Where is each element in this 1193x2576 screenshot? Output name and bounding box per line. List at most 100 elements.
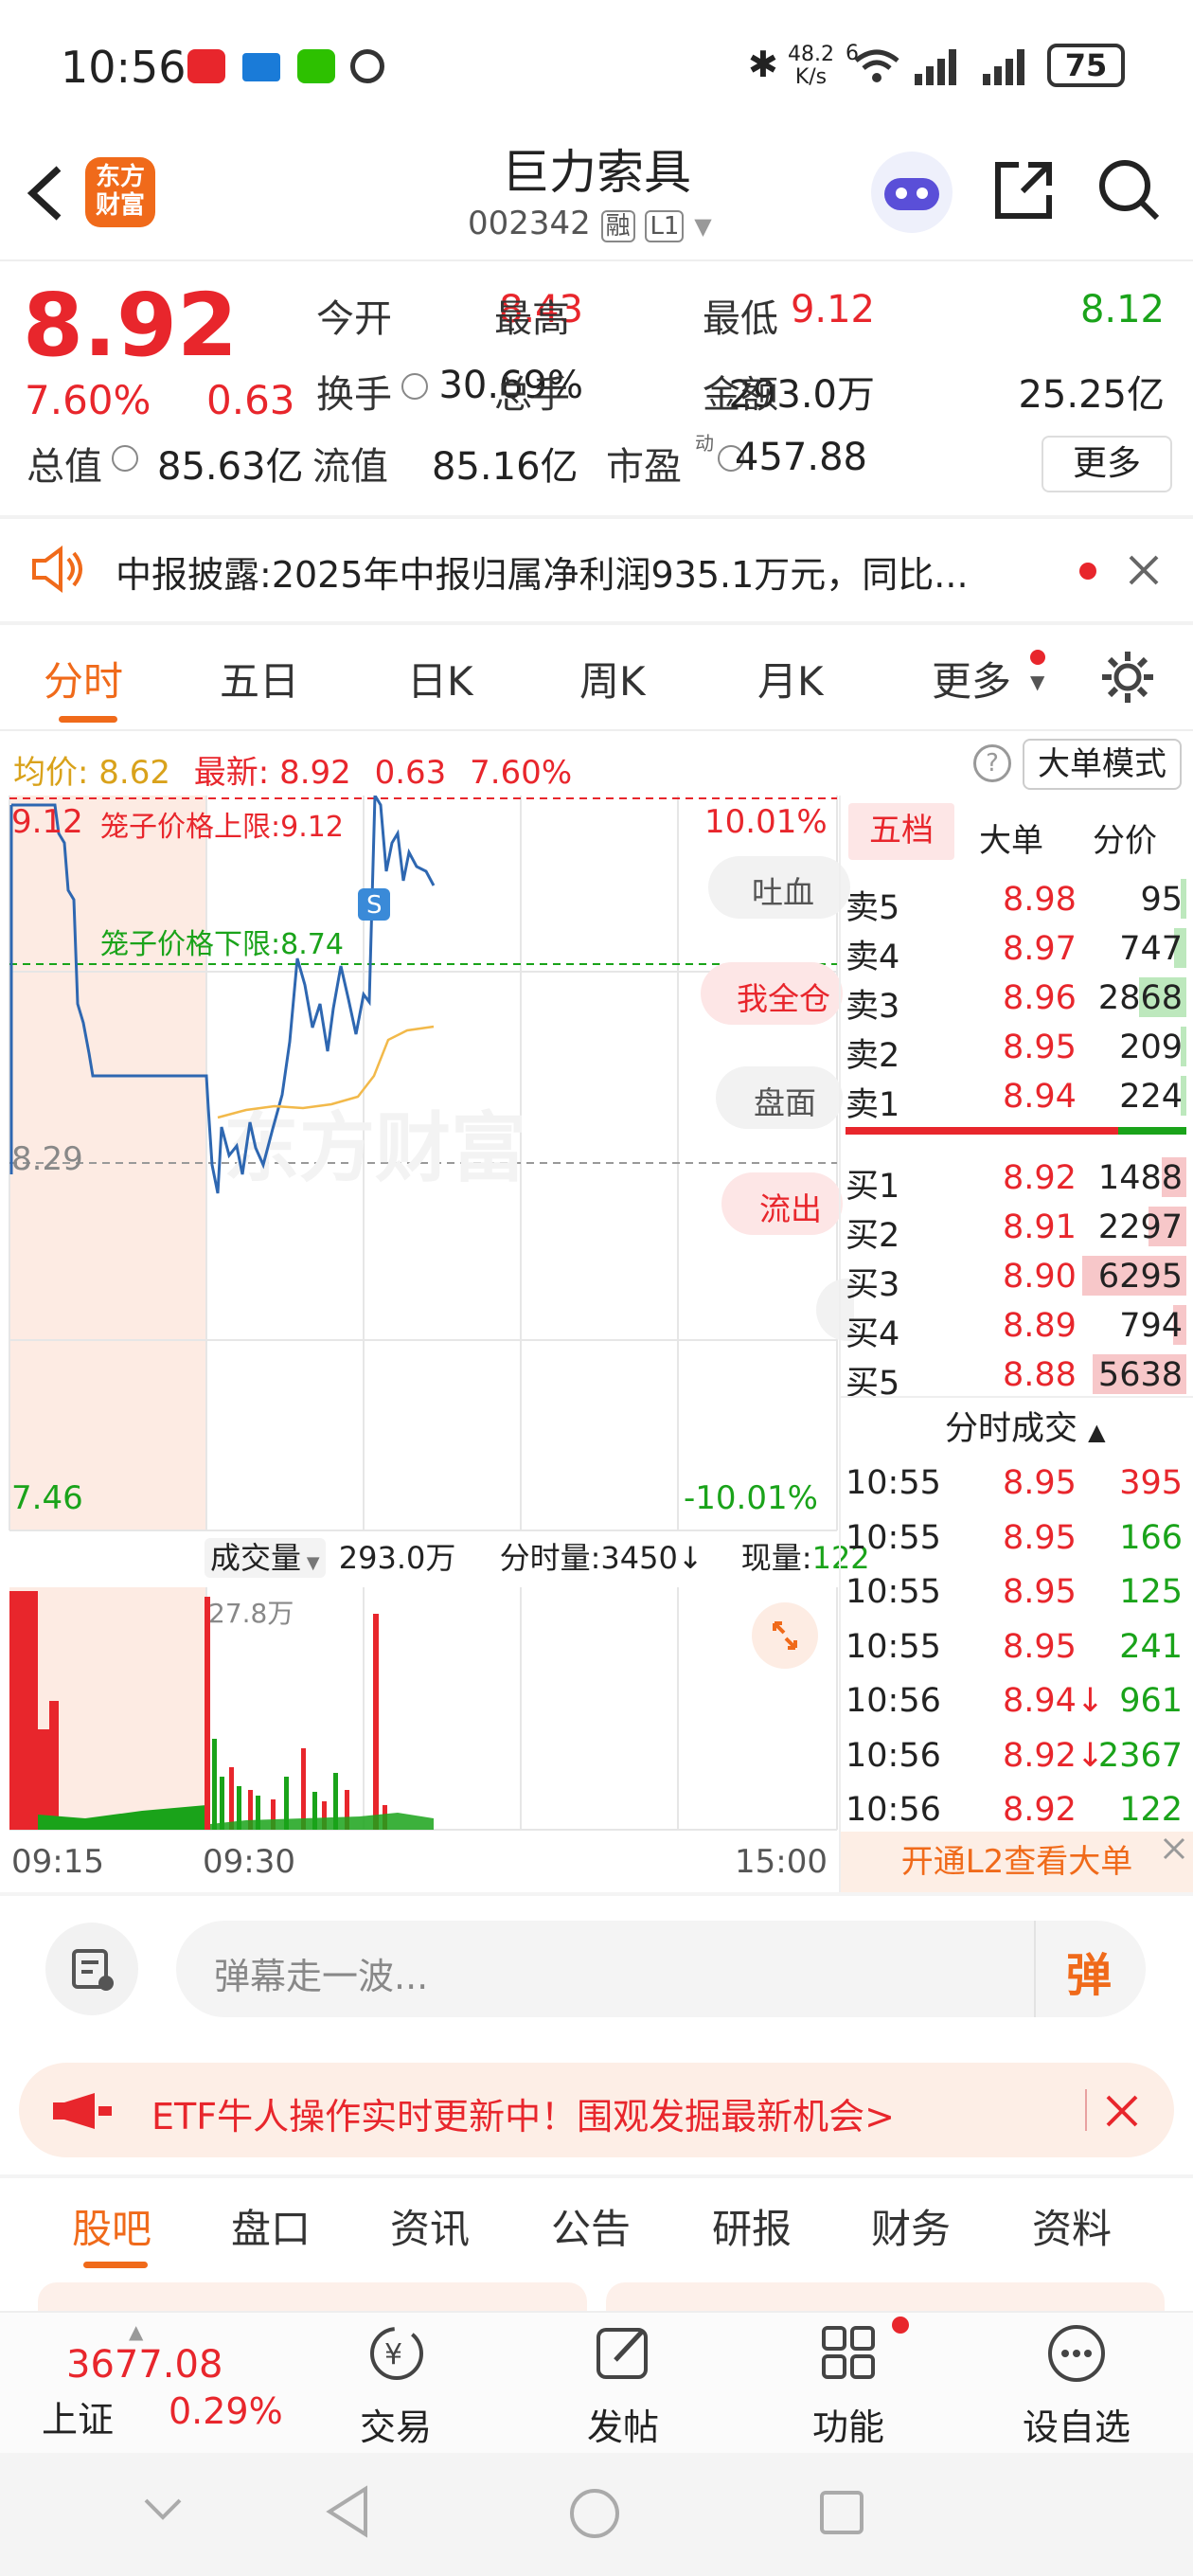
level-volume: 209 bbox=[1119, 1029, 1183, 1066]
tab-4[interactable]: 月K bbox=[757, 650, 824, 707]
app-notification-icons bbox=[187, 49, 384, 87]
content-tab-2[interactable]: 资讯 bbox=[390, 2197, 470, 2255]
nav-label-trade[interactable]: 交易 bbox=[360, 2398, 432, 2450]
tick-volume: 395 bbox=[1119, 1464, 1183, 1502]
orderbook-tab[interactable]: 大单 bbox=[979, 814, 1043, 861]
nav-label-post[interactable]: 发帖 bbox=[587, 2398, 659, 2450]
l2-banner[interactable]: 开通L2查看大单 bbox=[841, 1832, 1193, 1892]
tick-price: 8.92↓ bbox=[1003, 1736, 1105, 1775]
index-pct: 0.29% bbox=[169, 2390, 283, 2432]
robot-icon[interactable] bbox=[871, 152, 953, 233]
time-label: 15:00 bbox=[735, 1843, 828, 1881]
tick-time: 10:55 bbox=[846, 1573, 941, 1611]
orderbook-tab[interactable]: 分价 bbox=[1093, 814, 1157, 861]
volume-select[interactable]: 成交量 ▼ bbox=[205, 1538, 326, 1578]
level-price: 8.98 bbox=[1003, 881, 1077, 919]
tab-2[interactable]: 日K bbox=[407, 650, 473, 707]
etf-banner[interactable]: ETF牛人操作实时更新中！围观发掘最新机会> bbox=[19, 2063, 1174, 2157]
watchlist-icon[interactable] bbox=[1042, 2318, 1112, 2388]
big-order-mode-button[interactable]: 大单模式 bbox=[1023, 739, 1182, 790]
danmaku-pill[interactable]: 盘面才 bbox=[716, 1066, 843, 1129]
content-tab-0[interactable]: 股吧 bbox=[72, 2197, 151, 2255]
close-icon[interactable] bbox=[1161, 1835, 1187, 1862]
nav-label-watchlist[interactable]: 设自选 bbox=[1023, 2398, 1131, 2450]
pe-superscript: 动 bbox=[695, 432, 714, 455]
content-tab-6[interactable]: 资料 bbox=[1032, 2197, 1112, 2255]
close-icon[interactable] bbox=[1104, 2093, 1140, 2129]
share-icon[interactable] bbox=[990, 157, 1057, 224]
danmaku-pill[interactable]: 流出 bbox=[721, 1172, 843, 1235]
tick-row: 10:55 8.95 241 bbox=[846, 1619, 1186, 1672]
content-tab-3[interactable]: 公告 bbox=[551, 2197, 631, 2255]
danmaku-settings-icon[interactable] bbox=[45, 1923, 138, 2015]
notice-dot bbox=[1079, 563, 1096, 580]
content-tab-5[interactable]: 财务 bbox=[871, 2197, 951, 2255]
avg-info: 均价: 8.62 最新: 8.92 0.63 7.60% bbox=[13, 754, 573, 792]
speaker-icon bbox=[32, 546, 82, 593]
home-circle-icon[interactable] bbox=[568, 2487, 621, 2540]
search-icon[interactable] bbox=[1095, 155, 1163, 224]
volume-peak-label: 27.8万 bbox=[208, 1598, 294, 1629]
help-icon[interactable]: ? bbox=[973, 744, 1011, 782]
bid-row[interactable]: 买2 8.91 2297 bbox=[846, 1201, 1186, 1255]
nav-label-function[interactable]: 功能 bbox=[812, 2398, 884, 2450]
svg-text:¥: ¥ bbox=[384, 2338, 402, 2371]
orderbook-tab-active[interactable]: 五档 bbox=[848, 803, 954, 860]
tick-row: 10:56 8.92 122 bbox=[846, 1781, 1186, 1834]
time-label: 09:15 bbox=[11, 1843, 104, 1881]
post-icon[interactable] bbox=[589, 2318, 659, 2388]
tab-1[interactable]: 五日 bbox=[220, 650, 299, 707]
pct-min-label: -10.01% bbox=[684, 1479, 818, 1517]
ask-row[interactable]: 卖2 8.95 209 bbox=[846, 1021, 1186, 1075]
ticks-title[interactable]: 分时成交 ▲ bbox=[945, 1402, 1106, 1450]
index-quote[interactable]: ▲ 3677.08 上证 0.29% bbox=[28, 2320, 303, 2443]
close-icon[interactable] bbox=[1127, 553, 1161, 587]
chevron-down-icon: ▼ bbox=[1030, 671, 1045, 693]
danmaku-send-button[interactable]: 弹 bbox=[1066, 1938, 1112, 2004]
info-icon[interactable] bbox=[112, 445, 138, 472]
bid-row[interactable]: 买3 8.90 6295 bbox=[846, 1250, 1186, 1304]
index-name: 上证 bbox=[42, 2399, 115, 2441]
chevron-down-icon[interactable] bbox=[142, 2495, 184, 2523]
stock-code: 002342 bbox=[468, 205, 591, 242]
level-volume: 6295 bbox=[1097, 1258, 1183, 1296]
tick-time: 10:56 bbox=[846, 1791, 941, 1829]
bid-row[interactable]: 买5 8.88 5638 bbox=[846, 1349, 1186, 1403]
signal-icon bbox=[915, 49, 956, 85]
wifi-icon bbox=[854, 49, 899, 82]
last-price: 8.92 bbox=[23, 275, 238, 376]
danmaku-pill[interactable]: 吐血 bbox=[708, 856, 850, 919]
level-volume: 747 bbox=[1119, 930, 1183, 968]
expand-icon[interactable] bbox=[752, 1602, 818, 1669]
danmaku-pill[interactable]: 我全仓 bbox=[701, 962, 843, 1025]
tab-0[interactable]: 分时 bbox=[44, 650, 123, 707]
content-tab-4[interactable]: 研报 bbox=[712, 2197, 792, 2255]
notice-text[interactable]: 中报披露:2025年中报归属净利润935.1万元，同比... bbox=[116, 546, 969, 598]
bid-row[interactable]: 买1 8.92 1488 bbox=[846, 1152, 1186, 1206]
level-tag: L1 bbox=[645, 210, 685, 242]
tick-price: 8.95 bbox=[1003, 1627, 1077, 1666]
recent-apps-icon[interactable] bbox=[818, 2489, 865, 2536]
ask-row[interactable]: 卖3 8.96 2868 bbox=[846, 972, 1186, 1026]
ask-row[interactable]: 卖1 8.94 224 bbox=[846, 1070, 1186, 1124]
info-icon[interactable] bbox=[401, 373, 428, 400]
stock-code-row[interactable]: 002342 融 L1 ▼ bbox=[468, 205, 712, 242]
ask-row[interactable]: 卖5 8.98 95 bbox=[846, 873, 1186, 927]
back-triangle-icon[interactable] bbox=[324, 2485, 371, 2538]
tab-5[interactable]: 更多 bbox=[932, 650, 1011, 707]
stat-label: 换手 bbox=[316, 373, 392, 417]
function-icon[interactable] bbox=[814, 2318, 884, 2388]
danmaku-input[interactable]: 弹幕走一波... 弹 bbox=[176, 1921, 1146, 2017]
tick-price: 8.95 bbox=[1003, 1464, 1077, 1502]
more-button[interactable]: 更多 bbox=[1042, 436, 1172, 492]
stat-value: 85.16亿 bbox=[432, 445, 579, 489]
ask-row[interactable]: 卖4 8.97 747 bbox=[846, 922, 1186, 976]
level-price: 8.89 bbox=[1003, 1307, 1077, 1345]
bid-row[interactable]: 买4 8.89 794 bbox=[846, 1299, 1186, 1353]
content-tab-1[interactable]: 盘口 bbox=[231, 2197, 311, 2255]
tab-3[interactable]: 周K bbox=[579, 650, 646, 707]
trade-icon[interactable]: ¥ bbox=[362, 2318, 432, 2388]
gear-icon[interactable] bbox=[1098, 648, 1157, 707]
tick-time: 10:56 bbox=[846, 1736, 941, 1775]
stat-label: 最低 bbox=[703, 297, 778, 341]
